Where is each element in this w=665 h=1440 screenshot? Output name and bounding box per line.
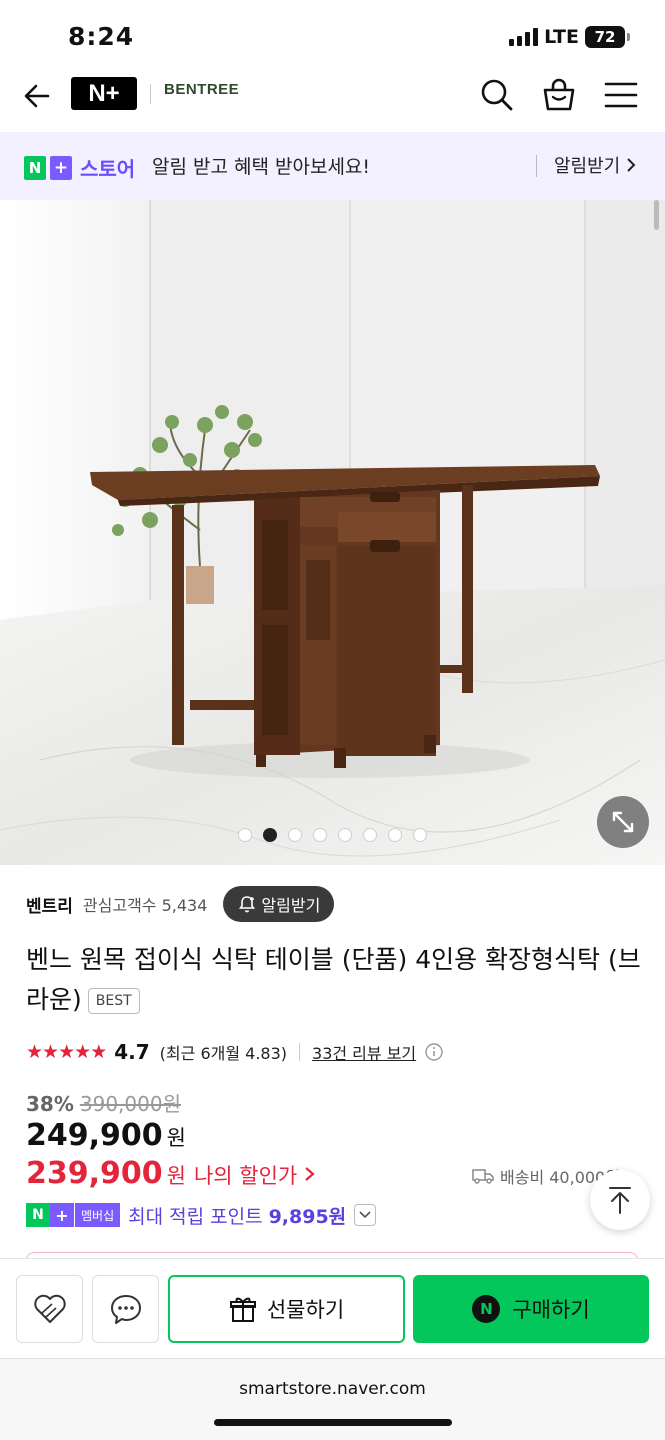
membership-badge: N + 멤버십 xyxy=(26,1203,121,1227)
menu-icon[interactable] xyxy=(602,76,640,114)
chat-icon xyxy=(110,1295,141,1324)
notification-banner[interactable]: N + 스토어 알림 받고 혜택 받아보세요! 알림받기 xyxy=(0,132,665,200)
gallery-dot[interactable] xyxy=(363,828,377,842)
membership-badge-n: N xyxy=(26,1203,50,1227)
interest-count: 관심고객수 5,434 xyxy=(82,896,208,915)
heart-icon xyxy=(33,1294,66,1323)
back-icon[interactable] xyxy=(20,78,56,114)
seller-alarm-label: 알림받기 xyxy=(261,896,321,915)
sale-price-value: 249,900 xyxy=(26,1118,163,1153)
best-badge: BEST xyxy=(87,988,140,1014)
signal-icon xyxy=(509,28,539,46)
star-icon: ★ xyxy=(58,1041,75,1063)
star-icon: ★ xyxy=(74,1041,91,1063)
talk-button[interactable] xyxy=(92,1275,159,1343)
status-time: 8:24 xyxy=(68,22,135,51)
membership-points-value: 9,895원 xyxy=(268,1205,347,1228)
gallery-dot[interactable] xyxy=(263,828,277,842)
star-icon: ★ xyxy=(26,1041,43,1063)
gift-icon xyxy=(229,1297,256,1322)
my-price-value: 239,900 xyxy=(26,1156,163,1191)
buy-label: 구매하기 xyxy=(512,1298,590,1322)
star-rating: ★★★★★ xyxy=(26,1041,107,1063)
seller-name[interactable]: 벤트리 xyxy=(26,892,73,917)
platform-logo-text: N+ xyxy=(88,79,120,107)
chevron-right-icon xyxy=(305,1167,315,1181)
gallery-dot[interactable] xyxy=(338,828,352,842)
battery-level: 72 xyxy=(594,28,616,46)
banner-logo-plus: + xyxy=(50,155,72,180)
gift-button[interactable]: 선물하기 xyxy=(168,1275,405,1343)
review-link[interactable]: 33건 리뷰 보기 xyxy=(312,1040,416,1064)
product-image-gallery[interactable] xyxy=(0,200,665,865)
brand-logo-text: BENTREE xyxy=(164,81,240,98)
search-icon[interactable] xyxy=(478,76,516,114)
bottom-action-bar: 선물하기 N 구매하기 xyxy=(0,1258,665,1358)
chevron-down-icon xyxy=(359,1211,371,1219)
page-scrollbar[interactable] xyxy=(654,200,659,230)
membership-expand-button[interactable] xyxy=(354,1204,377,1226)
star-icon: ★ xyxy=(42,1041,59,1063)
my-discount-price[interactable]: 239,900 원 나의 할인가 xyxy=(26,1156,317,1191)
banner-divider xyxy=(536,155,537,177)
naver-pay-badge: N xyxy=(472,1295,501,1323)
discount-row: 38% 390,000원 xyxy=(26,1088,181,1117)
banner-alarm-link[interactable]: 알림받기 xyxy=(554,152,636,178)
product-image xyxy=(0,200,665,865)
membership-badge-label: 멤버십 xyxy=(74,1203,121,1227)
arrow-up-icon xyxy=(609,1187,631,1214)
banner-message: 알림 받고 혜택 받아보세요! xyxy=(152,156,371,178)
gallery-dot[interactable] xyxy=(413,828,427,842)
star-icon: ★ xyxy=(90,1041,107,1063)
info-icon[interactable] xyxy=(424,1042,444,1062)
chevron-right-icon xyxy=(627,158,636,172)
gallery-pagination[interactable] xyxy=(238,828,427,842)
brand-logo[interactable]: BENTREE xyxy=(164,81,239,100)
discount-rate: 38% xyxy=(26,1092,74,1116)
url-text: smartstore.naver.com xyxy=(239,1379,426,1399)
banner-store-label: 스토어 xyxy=(80,157,136,181)
home-indicator[interactable] xyxy=(214,1419,452,1426)
my-price-label: 나의 할인가 xyxy=(193,1164,298,1188)
network-type: LTE xyxy=(544,26,579,48)
gallery-dot[interactable] xyxy=(238,828,252,842)
membership-points: N + 멤버십 최대 적립 포인트 9,895원 xyxy=(26,1202,377,1228)
gallery-dot[interactable] xyxy=(313,828,327,842)
sale-price-unit: 원 xyxy=(166,1126,186,1150)
recent-rating: (최근 6개월 4.83) xyxy=(159,1044,288,1063)
membership-text: 최대 적립 포인트 xyxy=(128,1205,263,1228)
gift-label: 선물하기 xyxy=(266,1298,345,1322)
rating-value: 4.7 xyxy=(114,1040,150,1064)
expand-image-button[interactable] xyxy=(597,796,649,848)
browser-address-bar[interactable]: smartstore.naver.com xyxy=(0,1358,665,1440)
nav-divider xyxy=(150,84,151,104)
gallery-dot[interactable] xyxy=(288,828,302,842)
my-price-unit: 원 xyxy=(166,1164,186,1188)
naver-plus-store-logo: N + 스토어 xyxy=(24,153,135,182)
membership-badge-plus: + xyxy=(50,1203,74,1227)
expand-icon xyxy=(612,811,634,833)
scroll-to-top-button[interactable] xyxy=(590,1170,650,1230)
buy-button[interactable]: N 구매하기 xyxy=(413,1275,649,1343)
original-price: 390,000원 xyxy=(79,1092,181,1116)
product-title: 벤느 원목 접이식 식탁 테이블 (단품) 4인용 확장형식탁 (브라운) BES… xyxy=(26,940,641,1020)
seller-alarm-button[interactable]: 알림받기 xyxy=(223,886,335,922)
seller-info: 벤트리 관심고객수 5,434 알림받기 xyxy=(26,886,335,922)
banner-alarm-label: 알림받기 xyxy=(554,156,621,177)
battery-icon: 72 xyxy=(585,26,630,48)
naver-plus-logo[interactable]: N+ xyxy=(71,77,137,110)
truck-icon xyxy=(472,1169,494,1184)
bell-plus-icon xyxy=(239,896,256,913)
rating-divider xyxy=(299,1043,301,1061)
shopping-bag-icon[interactable] xyxy=(540,76,578,114)
status-bar: 8:24 LTE 72 xyxy=(0,0,665,70)
sale-price: 249,900 원 xyxy=(26,1118,186,1153)
top-nav: N+ BENTREE xyxy=(0,62,665,132)
status-indicators: LTE 72 xyxy=(509,26,630,48)
like-button[interactable] xyxy=(16,1275,83,1343)
banner-logo-n: N xyxy=(24,155,46,180)
rating-row: ★★★★★ 4.7 (최근 6개월 4.83) 33건 리뷰 보기 xyxy=(26,1038,444,1066)
gallery-dot[interactable] xyxy=(388,828,402,842)
